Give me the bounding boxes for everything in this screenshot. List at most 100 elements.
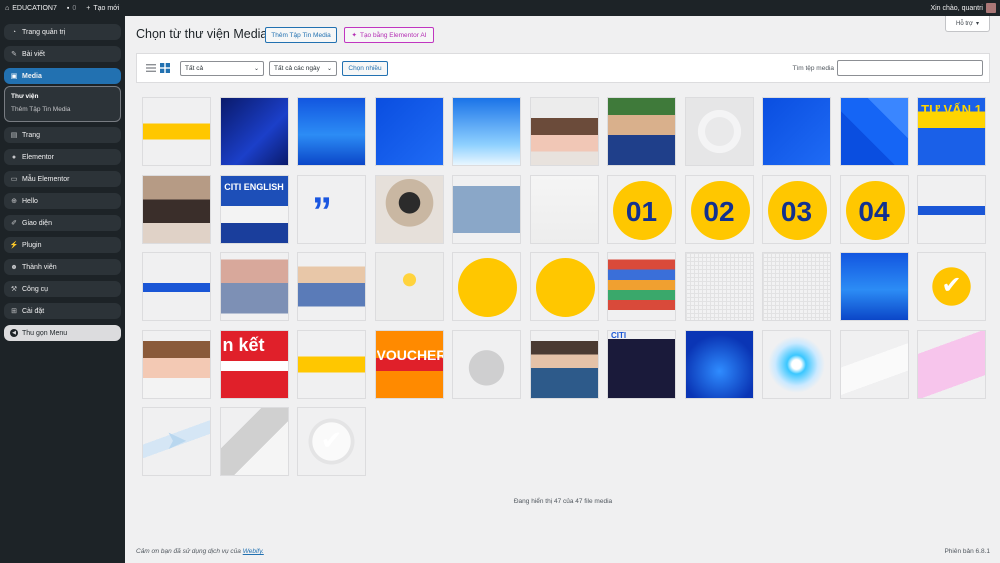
comments-menu[interactable]: ▪ 0 [62, 0, 81, 16]
media-thumbnail[interactable] [297, 329, 366, 399]
thumbnail-image [608, 330, 675, 398]
search-label: Tìm tệp media [792, 65, 834, 72]
comment-icon: ▪ [66, 4, 70, 12]
media-thumbnail[interactable] [684, 329, 754, 399]
media-thumbnail[interactable] [917, 174, 986, 244]
media-thumbnail[interactable] [917, 329, 986, 399]
media-thumbnail[interactable] [607, 97, 676, 166]
sidebar-item-hello[interactable]: ⊕ Hello [4, 193, 121, 209]
dashboard-icon: ◔ [11, 28, 17, 36]
media-thumbnail[interactable] [452, 97, 521, 166]
chevron-down-icon: ▾ [975, 21, 979, 27]
new-label: Tạo mới [93, 4, 120, 12]
media-thumbnail[interactable] [684, 252, 754, 321]
media-thumbnail[interactable] [839, 252, 909, 321]
sidebar-item-posts[interactable]: ✎ Bài viết [4, 46, 121, 62]
date-filter[interactable]: Tất cả các ngày ⌄ [269, 61, 337, 76]
sidebar-item-media[interactable]: ▣ Media [4, 68, 121, 84]
submenu-library[interactable]: Thư viện [11, 93, 114, 100]
sidebar-item-pages[interactable]: ▤ Trang [4, 127, 121, 143]
sidebar-item-tools[interactable]: ⚒ Công cụ [4, 281, 121, 297]
list-view-icon[interactable] [146, 63, 156, 73]
users-icon: ☻ [10, 263, 18, 271]
media-thumbnail[interactable] [219, 252, 289, 321]
media-type-filter[interactable]: Tất cả ⌄ [180, 61, 264, 76]
media-thumbnail[interactable] [219, 407, 289, 476]
media-thumbnail[interactable] [452, 329, 521, 399]
thumbnail-image [608, 98, 675, 165]
media-thumbnail[interactable] [297, 252, 366, 321]
new-content-menu[interactable]: + Tạo mới [81, 0, 124, 16]
media-thumbnail[interactable]: ” [297, 174, 366, 244]
media-thumbnail[interactable] [529, 252, 599, 321]
thumbnail-image [375, 98, 443, 165]
footer-brand-link[interactable]: Webify. [243, 548, 264, 555]
media-thumbnail[interactable]: 03 [762, 174, 831, 244]
sidebar-item-label: Elementor [22, 153, 54, 161]
wrench-icon: ⚒ [10, 286, 18, 293]
bulk-select-button[interactable]: Chọn nhiều [342, 61, 388, 76]
media-thumbnail[interactable] [762, 329, 831, 399]
media-thumbnail[interactable] [142, 329, 211, 399]
sidebar-item-settings[interactable]: ⊞ Cài đặt [4, 303, 121, 319]
media-thumbnail[interactable] [529, 174, 599, 244]
thumbnail-image [918, 175, 985, 243]
media-thumbnail[interactable]: CITI [607, 329, 676, 399]
media-thumbnail[interactable] [839, 329, 909, 399]
media-thumbnail[interactable]: CITI ENGLISH [219, 174, 289, 244]
media-thumbnail[interactable] [452, 174, 521, 244]
media-thumbnail[interactable]: 01 [607, 174, 676, 244]
site-menu[interactable]: ⌂ EDUCATION7 [0, 0, 62, 16]
admin-bar: ⌂ EDUCATION7 ▪ 0 + Tạo mới Xin chào, qua… [0, 0, 1000, 16]
sidebar-item-plugins[interactable]: ⚡ Plugin [4, 237, 121, 253]
sidebar-item-elementor[interactable]: ● Elementor [4, 149, 121, 165]
help-tab-button[interactable]: Hỗ trợ ▾ [945, 16, 990, 32]
media-thumbnail[interactable] [142, 97, 211, 166]
media-thumbnail[interactable] [142, 252, 211, 321]
search-input[interactable] [837, 60, 983, 76]
account-menu[interactable]: Xin chào, quantri [930, 3, 1000, 13]
media-thumbnail[interactable]: 04 [839, 174, 909, 244]
media-thumbnail[interactable] [374, 252, 444, 321]
media-thumbnail[interactable] [529, 97, 599, 166]
chevron-down-icon: ⌄ [326, 66, 332, 72]
sidebar-item-templates[interactable]: ▭ Mẫu Elementor [4, 171, 121, 187]
media-thumbnail[interactable]: ➤ [142, 407, 211, 476]
media-thumbnail[interactable] [607, 252, 676, 321]
thumbnail-image [298, 330, 365, 398]
media-thumbnail[interactable]: n kết [219, 329, 289, 399]
elementor-ai-button[interactable]: ✦ Tạo bằng Elementor AI [344, 27, 434, 43]
thumbnail-text: n kết [222, 334, 265, 355]
media-thumbnail[interactable]: TƯ VẤN 1 [917, 97, 986, 166]
thumbnail-text: 02 [703, 195, 735, 227]
media-thumbnail[interactable] [839, 97, 909, 166]
plus-icon: + [86, 4, 91, 12]
media-thumbnail[interactable] [219, 97, 289, 166]
media-thumbnail[interactable] [684, 97, 754, 166]
media-thumbnail[interactable] [374, 174, 444, 244]
media-thumbnail[interactable] [452, 252, 521, 321]
media-thumbnail[interactable]: 02 [684, 174, 754, 244]
thumbnail-image [685, 98, 753, 165]
media-thumbnail[interactable] [297, 97, 366, 166]
media-thumbnail[interactable] [374, 97, 444, 166]
folder-icon: ▭ [10, 176, 18, 183]
media-thumbnail[interactable] [762, 97, 831, 166]
add-media-button[interactable]: Thêm Tập Tin Media [265, 27, 337, 43]
sidebar-item-appearance[interactable]: ✐ Giao diện [4, 215, 121, 231]
thumbnail-image [220, 253, 288, 320]
grid-view-icon[interactable] [160, 63, 170, 73]
media-thumbnail[interactable]: VOUCHER [374, 329, 444, 399]
sidebar-item-users[interactable]: ☻ Thành viên [4, 259, 121, 275]
media-thumbnail[interactable] [762, 252, 831, 321]
sidebar-item-dashboard[interactable]: ◔ Trang quản trị [4, 24, 121, 40]
media-thumbnail[interactable] [529, 329, 599, 399]
media-thumbnail[interactable]: ✔ [297, 407, 366, 476]
hello-icon: ⊕ [11, 198, 17, 205]
footer-version: Phiên bản 6.8.1 [944, 548, 990, 555]
thumbnail-image [763, 253, 830, 320]
collapse-menu-button[interactable]: ◀ Thu gọn Menu [4, 325, 121, 341]
media-thumbnail[interactable] [142, 174, 211, 244]
submenu-add-new[interactable]: Thêm Tập Tin Media [11, 106, 114, 113]
media-thumbnail[interactable]: ✔ [917, 252, 986, 321]
